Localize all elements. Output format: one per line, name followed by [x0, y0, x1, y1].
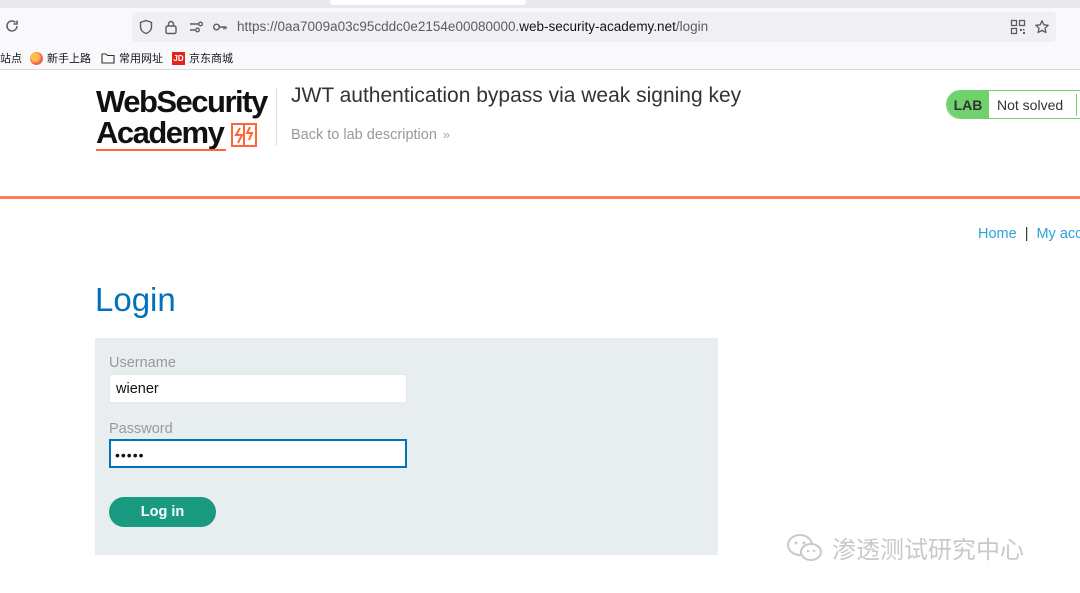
username-label: Username [109, 355, 176, 371]
lab-status-edge [1076, 94, 1077, 116]
lab-status-text: Not solved [997, 96, 1064, 113]
nav-home-link[interactable]: Home [978, 226, 1017, 242]
bookmarks-toolbar: 站点 新手上路 常用网址 JD 京东商城 [0, 46, 1080, 70]
page-title: Login [95, 281, 176, 318]
password-mask: ••••• [115, 447, 145, 463]
web-security-academy-logo[interactable]: WebSecurity Academy [96, 86, 274, 152]
folder-icon [101, 53, 115, 64]
address-bar[interactable]: https://0aa7009a03c95cddc0e2154e00080000… [132, 12, 1056, 42]
reload-icon[interactable] [4, 18, 20, 34]
nav-separator: | [1024, 226, 1029, 242]
watermark: 渗透测试研究中心 [786, 530, 1024, 565]
double-chevron-right-icon: » [442, 127, 451, 142]
bookmark-getting-started[interactable]: 新手上路 [30, 50, 91, 66]
lab-badge: LAB [947, 91, 989, 118]
header-divider [276, 88, 277, 146]
bookmark-star-icon[interactable] [1034, 19, 1050, 35]
login-button[interactable]: Log in [109, 497, 216, 527]
top-nav: Home | My acc [978, 226, 1080, 242]
lab-title: JWT authentication bypass via weak signi… [291, 84, 742, 107]
password-input[interactable] [109, 439, 407, 468]
wechat-icon [787, 533, 822, 561]
key-icon[interactable] [212, 19, 228, 35]
academy-spark-icon [231, 123, 257, 147]
lab-status-widget: LAB Not solved [946, 90, 1080, 119]
back-to-lab-description-link[interactable]: Back to lab description» [291, 127, 450, 143]
qr-code-icon[interactable] [1010, 19, 1026, 35]
permissions-icon[interactable] [188, 19, 204, 35]
firefox-icon [30, 51, 43, 65]
header-rule [0, 196, 1080, 199]
logo-underline [96, 149, 226, 151]
bookmark-common-sites[interactable]: 常用网址 [101, 50, 163, 66]
lock-icon[interactable] [163, 19, 179, 35]
jd-icon: JD [172, 51, 185, 65]
username-input[interactable] [109, 374, 407, 403]
watermark-text: 渗透测试研究中心 [832, 537, 1024, 564]
active-tab[interactable] [330, 0, 526, 5]
url-text[interactable]: https://0aa7009a03c95cddc0e2154e00080000… [237, 19, 708, 34]
tab-strip [0, 0, 1080, 8]
bookmark-sites[interactable]: 站点 [0, 50, 22, 66]
navigation-toolbar: https://0aa7009a03c95cddc0e2154e00080000… [0, 8, 1080, 46]
nav-my-account-link[interactable]: My acc [1036, 226, 1080, 242]
password-label: Password [109, 421, 173, 437]
shield-icon[interactable] [138, 19, 154, 35]
bookmark-jd[interactable]: JD 京东商城 [172, 50, 233, 66]
